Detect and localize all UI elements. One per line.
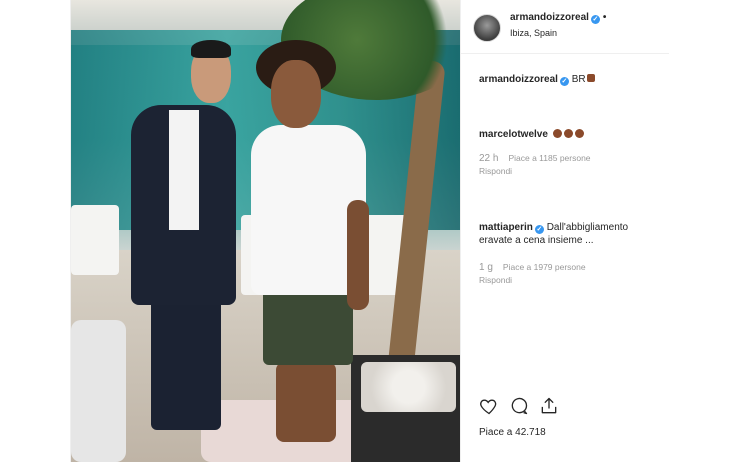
follow-dot: • xyxy=(602,12,607,23)
caption-username[interactable]: armandoizzoreal xyxy=(479,74,558,85)
comment-2: mattiaperin ✓ Dall'abbigliamento eravate … xyxy=(479,221,659,247)
verified-badge-icon: ✓ xyxy=(534,225,544,234)
comment-1: marcelotwelve xyxy=(479,128,584,141)
comment-likes[interactable]: Piace a 1185 persone xyxy=(508,153,590,163)
post-photo[interactable] xyxy=(71,0,460,462)
comment-2-meta: 1 g Piace a 1979 persone Rispondi xyxy=(479,262,586,285)
person-right-shorts xyxy=(263,285,353,365)
comment-time[interactable]: 1 g xyxy=(479,262,493,273)
caption-text: BR xyxy=(571,74,586,85)
photo-table xyxy=(71,205,119,275)
comment-username[interactable]: marcelotwelve xyxy=(479,129,548,140)
post-header: armandoizzoreal ✓ • Ibiza, Spain xyxy=(461,0,669,54)
comment-1-meta: 22 h Piace a 1185 persone Rispondi xyxy=(479,153,591,176)
share-icon[interactable] xyxy=(539,396,559,416)
comment-icon[interactable] xyxy=(509,396,529,416)
post-location[interactable]: Ibiza, Spain xyxy=(510,28,557,38)
photo-chair xyxy=(71,320,126,462)
author-avatar[interactable] xyxy=(473,14,501,42)
person-right-legs xyxy=(276,362,336,442)
heart-icon[interactable] xyxy=(479,396,499,416)
photo-stones xyxy=(361,362,456,412)
likes-count[interactable]: Piace a 42.718 xyxy=(479,427,546,438)
caption: armandoizzoreal ✓ BR xyxy=(479,73,596,86)
comment-likes[interactable]: Piace a 1979 persone xyxy=(503,262,586,272)
person-right-head xyxy=(271,60,321,128)
boxing-glove-emoji-icon xyxy=(563,129,573,138)
boxing-glove-emoji-icon xyxy=(552,129,562,138)
instagram-post: armandoizzoreal ✓ • Ibiza, Spain armandoiz… xyxy=(70,0,669,462)
comment-username[interactable]: mattiaperin xyxy=(479,222,533,233)
post-sidebar: armandoizzoreal ✓ • Ibiza, Spain armandoiz… xyxy=(460,0,669,462)
boxing-glove-emoji-icon xyxy=(574,129,584,138)
author-username[interactable]: armandoizzoreal ✓ • xyxy=(510,12,606,24)
person-right-arm xyxy=(347,200,369,310)
verified-badge-icon: ✓ xyxy=(559,77,569,86)
comment-time[interactable]: 22 h xyxy=(479,153,498,164)
reply-button[interactable]: Rispondi xyxy=(479,166,591,176)
boxing-glove-emoji-icon xyxy=(586,74,595,82)
person-left-shirt xyxy=(169,110,199,230)
person-left-legs xyxy=(151,290,221,430)
person-left-hair xyxy=(191,40,231,58)
post-actions xyxy=(479,396,659,416)
author-username-text[interactable]: armandoizzoreal xyxy=(510,12,589,23)
verified-badge-icon: ✓ xyxy=(590,15,600,24)
reply-button[interactable]: Rispondi xyxy=(479,275,586,285)
